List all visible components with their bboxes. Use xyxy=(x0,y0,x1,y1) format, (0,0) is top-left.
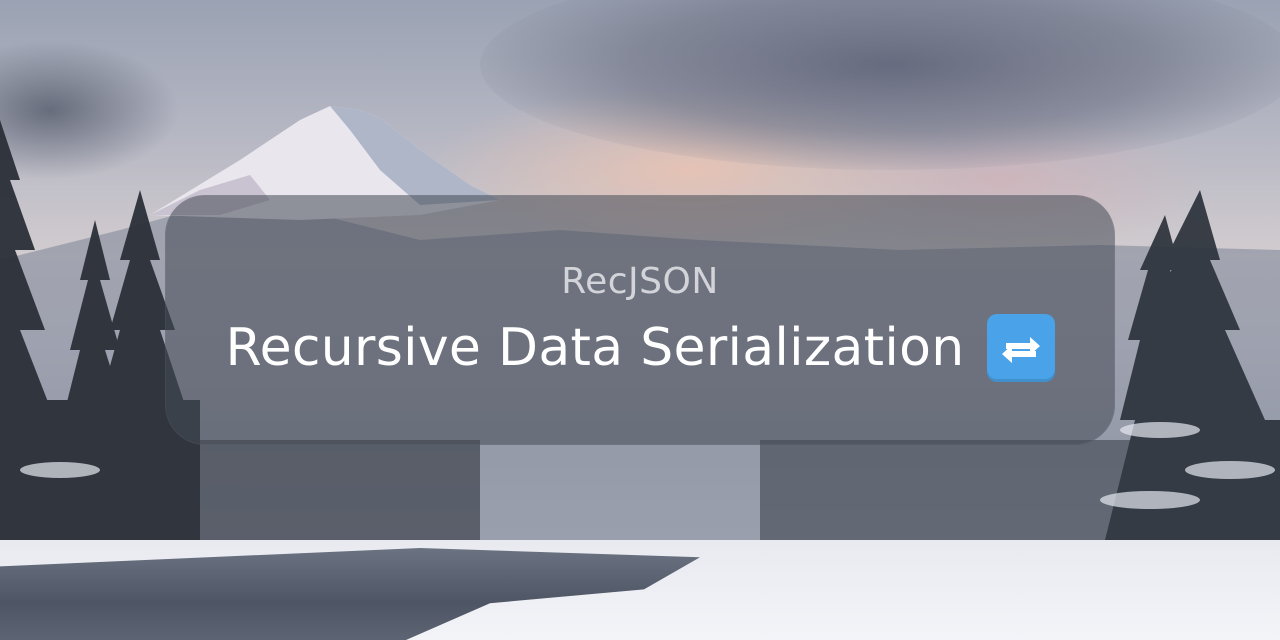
title-row: Recursive Data Serialization xyxy=(0,312,1280,384)
project-name: RecJSON xyxy=(561,261,719,302)
repeat-arrows-icon xyxy=(986,314,1055,382)
page-title: Recursive Data Serialization xyxy=(225,318,965,378)
